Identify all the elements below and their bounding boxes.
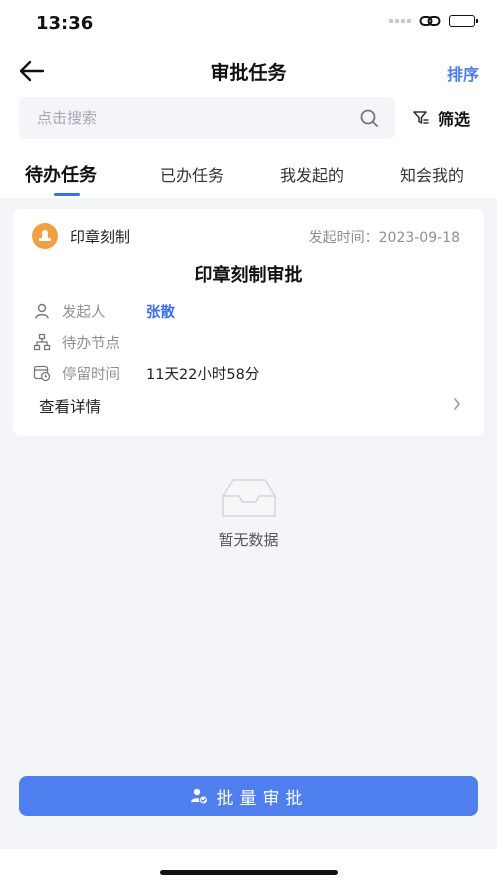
batch-approve-label: 批量审批 xyxy=(216,788,309,809)
filter-button[interactable]: 筛选 xyxy=(412,105,470,131)
stay-time-label: 停留时间 xyxy=(62,366,120,383)
stamp-icon xyxy=(32,223,58,249)
tab-pending[interactable]: 待办任务 xyxy=(25,161,97,187)
navigation-bar: 审批任务 排序 xyxy=(0,48,497,94)
link-icon xyxy=(419,16,441,26)
status-icons xyxy=(389,14,478,28)
stay-time-row: 停留时间 11天22小时58分 xyxy=(33,362,259,384)
empty-inbox-icon xyxy=(221,479,276,517)
pending-node-label: 待办节点 xyxy=(62,335,120,352)
task-card[interactable]: 印章刻制 发起时间：2023-09-18 印章刻制审批 发起人 张散 待办节点 … xyxy=(13,209,484,436)
search-icon[interactable] xyxy=(359,108,379,128)
initiator-value[interactable]: 张散 xyxy=(146,301,175,322)
clock-calendar-icon xyxy=(33,365,51,382)
batch-approve-button[interactable]: 批量审批 xyxy=(19,776,478,816)
active-tab-indicator xyxy=(54,193,80,196)
batch-approve-icon xyxy=(190,788,208,805)
search-input[interactable] xyxy=(37,97,357,139)
task-tabs: 待办任务 已办任务 我发起的 知会我的 xyxy=(0,150,497,198)
status-time: 13:36 xyxy=(36,13,94,34)
pending-node-row: 待办节点 xyxy=(33,331,146,353)
view-details-link[interactable]: 查看详情 xyxy=(39,395,101,417)
initiator-row: 发起人 张散 xyxy=(33,300,175,322)
home-indicator xyxy=(160,870,338,875)
sort-button[interactable]: 排序 xyxy=(447,61,479,85)
initiator-label: 发起人 xyxy=(62,304,106,321)
tab-initiated[interactable]: 我发起的 xyxy=(280,162,344,186)
empty-state: 暂无数据 xyxy=(0,476,497,550)
card-header: 印章刻制 xyxy=(32,223,130,249)
bottom-safe-area xyxy=(0,849,497,883)
battery-icon xyxy=(449,15,478,27)
task-title: 印章刻制审批 xyxy=(194,265,303,286)
chevron-right-icon[interactable] xyxy=(452,396,462,412)
signal-icon xyxy=(389,19,411,23)
empty-text: 暂无数据 xyxy=(218,531,279,549)
tab-done[interactable]: 已办任务 xyxy=(160,162,224,186)
tab-cc[interactable]: 知会我的 xyxy=(400,162,464,186)
filter-label: 筛选 xyxy=(438,110,471,129)
search-box[interactable] xyxy=(19,97,395,139)
back-arrow-icon[interactable] xyxy=(18,58,46,84)
task-type: 印章刻制 xyxy=(70,227,131,246)
user-icon xyxy=(35,303,49,319)
status-bar: 13:36 xyxy=(0,0,497,48)
initiated-time: 发起时间：2023-09-18 xyxy=(308,230,460,246)
page-title: 审批任务 xyxy=(210,62,287,84)
org-node-icon xyxy=(33,333,51,351)
stay-time-value: 11天22小时58分 xyxy=(146,366,260,383)
filter-icon xyxy=(413,111,429,124)
